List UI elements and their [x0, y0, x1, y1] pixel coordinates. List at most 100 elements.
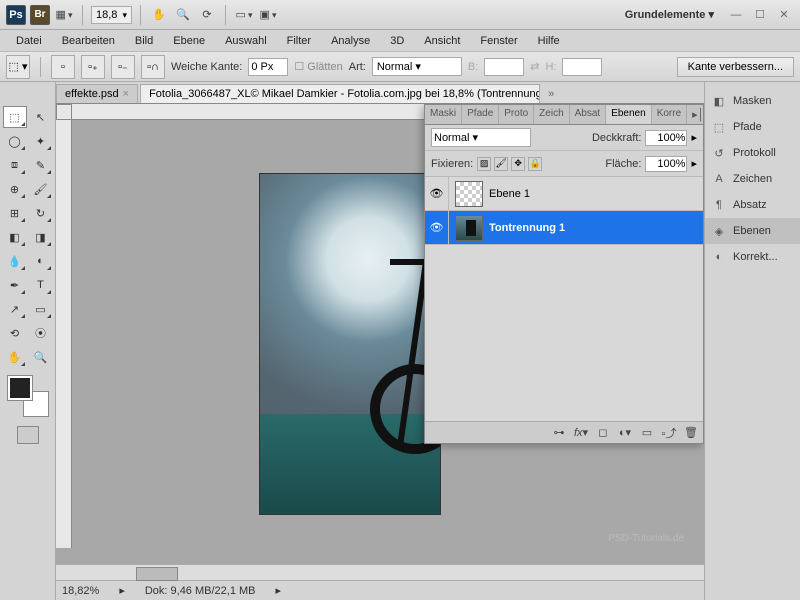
- new-layer-icon[interactable]: ▫⤴: [661, 425, 677, 441]
- panel-tab[interactable]: Korre: [652, 105, 687, 124]
- stamp-tool[interactable]: ⊞: [3, 202, 27, 224]
- ruler-vertical[interactable]: [56, 120, 72, 548]
- ruler-origin[interactable]: [56, 104, 72, 120]
- layer-thumbnail[interactable]: [455, 181, 483, 207]
- panel-tab[interactable]: Maski: [425, 105, 462, 124]
- fg-color-swatch[interactable]: [8, 376, 32, 400]
- move-tool[interactable]: ↖: [29, 106, 53, 128]
- menu-datei[interactable]: Datei: [8, 32, 50, 50]
- layer-fx-icon[interactable]: fx▾: [573, 425, 589, 441]
- zoom-tool[interactable]: 🔍: [29, 346, 53, 368]
- menu-analyse[interactable]: Analyse: [323, 32, 378, 50]
- panel-tab-overflow-icon[interactable]: ▸│ ≡: [687, 105, 703, 124]
- menu-bild[interactable]: Bild: [127, 32, 161, 50]
- 3d-camera-tool[interactable]: ⦿: [29, 322, 53, 344]
- status-arrow-icon[interactable]: ▸: [276, 584, 282, 597]
- workspace-select[interactable]: Grundelemente ▾: [617, 4, 722, 25]
- canvas[interactable]: [260, 174, 440, 514]
- feather-input[interactable]: [248, 58, 288, 76]
- layer-name[interactable]: Tontrennung 1: [489, 222, 565, 234]
- eraser-tool[interactable]: ◧: [3, 226, 27, 248]
- document-tab[interactable]: effekte.psd×: [56, 84, 138, 103]
- opacity-input[interactable]: [645, 130, 687, 146]
- selection-new-icon[interactable]: ▫: [51, 55, 75, 79]
- maximize-button[interactable]: ☐: [751, 7, 769, 23]
- blend-mode-select[interactable]: Normal ▾: [431, 128, 531, 147]
- visibility-toggle[interactable]: 👁: [425, 211, 449, 244]
- delete-layer-icon[interactable]: 🗑: [683, 425, 699, 441]
- arrange-icon[interactable]: ▭: [234, 5, 254, 25]
- panel-tab[interactable]: Zeich: [534, 105, 569, 124]
- style-select[interactable]: Normal ▾: [372, 57, 462, 76]
- dock-pfade[interactable]: ⬚Pfade: [705, 114, 800, 140]
- panel-tab-ebenen[interactable]: Ebenen: [606, 105, 651, 124]
- zoom-tool-icon[interactable]: 🔍: [173, 5, 193, 25]
- pen-tool[interactable]: ✒: [3, 274, 27, 296]
- lock-transparency-icon[interactable]: ▨: [477, 157, 491, 171]
- dock-protokoll[interactable]: ↺Protokoll: [705, 140, 800, 166]
- 3d-tool[interactable]: ⟲: [3, 322, 27, 344]
- refine-edge-button[interactable]: Kante verbessern...: [677, 57, 794, 77]
- menu-filter[interactable]: Filter: [279, 32, 319, 50]
- menu-ebene[interactable]: Ebene: [165, 32, 213, 50]
- rotate-view-icon[interactable]: ⟳: [197, 5, 217, 25]
- selection-add-icon[interactable]: ▫₊: [81, 55, 105, 79]
- blur-tool[interactable]: 💧: [3, 250, 27, 272]
- menu-ansicht[interactable]: Ansicht: [416, 32, 468, 50]
- color-swatches[interactable]: [8, 376, 48, 416]
- close-tab-icon[interactable]: ×: [123, 88, 129, 100]
- menu-bearbeiten[interactable]: Bearbeiten: [54, 32, 123, 50]
- brush-tool[interactable]: 🖌: [29, 178, 53, 200]
- panel-tab[interactable]: Pfade: [462, 105, 499, 124]
- layer-thumbnail[interactable]: [455, 215, 483, 241]
- menu-3d[interactable]: 3D: [382, 32, 412, 50]
- link-layers-icon[interactable]: ⊶: [551, 425, 567, 441]
- lock-pixels-icon[interactable]: 🖌: [494, 157, 508, 171]
- shape-tool[interactable]: ▭: [29, 298, 53, 320]
- layer-row[interactable]: 👁 Tontrennung 1: [425, 211, 703, 245]
- zoom-select[interactable]: 18,8: [91, 6, 132, 24]
- status-popup-icon[interactable]: ▸: [119, 584, 125, 597]
- marquee-preset-icon[interactable]: ⬚ ▾: [6, 55, 30, 79]
- status-doc[interactable]: Dok: 9,46 MB/22,1 MB: [145, 585, 256, 597]
- opacity-slider-icon[interactable]: ▸: [691, 131, 697, 144]
- crop-tool[interactable]: ⧈: [3, 154, 27, 176]
- layer-row[interactable]: 👁 Ebene 1: [425, 177, 703, 211]
- lock-all-icon[interactable]: 🔒: [528, 157, 542, 171]
- document-tab[interactable]: Fotolia_3066487_XL© Mikael Damkier - Fot…: [140, 84, 540, 103]
- tab-overflow-icon[interactable]: »: [542, 85, 560, 103]
- quickmask-toggle[interactable]: [17, 426, 39, 444]
- lasso-tool[interactable]: ◯: [3, 130, 27, 152]
- panel-tab[interactable]: Absat: [570, 105, 607, 124]
- fill-input[interactable]: [645, 156, 687, 172]
- layer-mask-icon[interactable]: ◻: [595, 425, 611, 441]
- menu-hilfe[interactable]: Hilfe: [530, 32, 568, 50]
- dock-zeichen[interactable]: AZeichen: [705, 166, 800, 192]
- layout-icon[interactable]: ▦: [54, 5, 74, 25]
- menu-fenster[interactable]: Fenster: [472, 32, 525, 50]
- eyedropper-tool[interactable]: ✎: [29, 154, 53, 176]
- dock-masken[interactable]: ◧Masken: [705, 88, 800, 114]
- selection-intersect-icon[interactable]: ▫∩: [141, 55, 165, 79]
- type-tool[interactable]: T: [29, 274, 53, 296]
- lock-position-icon[interactable]: ✥: [511, 157, 525, 171]
- marquee-tool[interactable]: ⬚: [3, 106, 27, 128]
- path-select-tool[interactable]: ↗: [3, 298, 27, 320]
- hand-tool[interactable]: ✋: [3, 346, 27, 368]
- scrollbar-horizontal[interactable]: [56, 564, 704, 580]
- history-brush-tool[interactable]: ↻: [29, 202, 53, 224]
- close-button[interactable]: ✕: [775, 7, 793, 23]
- dock-korrekturen[interactable]: ◐Korrekt...: [705, 244, 800, 270]
- fill-slider-icon[interactable]: ▸: [691, 157, 697, 170]
- menu-auswahl[interactable]: Auswahl: [217, 32, 275, 50]
- screenmode-icon[interactable]: ▣: [258, 5, 278, 25]
- layer-group-icon[interactable]: ▭: [639, 425, 655, 441]
- visibility-toggle[interactable]: 👁: [425, 177, 449, 210]
- status-zoom[interactable]: 18,82%: [62, 585, 99, 597]
- adjustment-layer-icon[interactable]: ◐▾: [617, 425, 633, 441]
- hand-tool-icon[interactable]: ✋: [149, 5, 169, 25]
- heal-tool[interactable]: ⊕: [3, 178, 27, 200]
- layer-name[interactable]: Ebene 1: [489, 188, 530, 200]
- gradient-tool[interactable]: ◨: [29, 226, 53, 248]
- panel-tab[interactable]: Proto: [499, 105, 534, 124]
